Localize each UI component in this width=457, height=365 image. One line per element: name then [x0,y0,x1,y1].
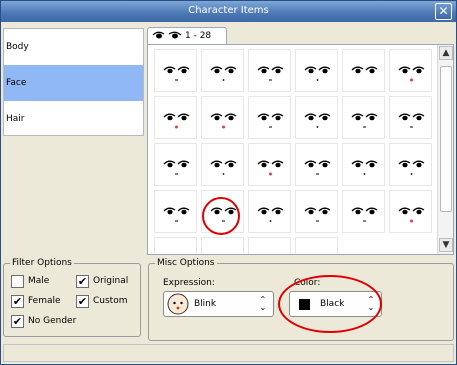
face-item-22[interactable] [295,190,338,233]
face-item-14[interactable] [201,143,244,186]
filter-options-legend: Filter Options [10,258,74,268]
checkbox-male[interactable]: Male [11,274,49,288]
face-grid-panel: ▲ ▼ [147,44,454,255]
face-thumbnail-icon [257,66,284,81]
face-thumbnail-icon [398,207,425,223]
close-button[interactable]: ✕ [435,3,452,20]
checkbox-male-box[interactable] [11,274,24,288]
face-item-24[interactable] [389,190,432,233]
checkbox-custom[interactable]: Custom [76,294,127,308]
category-item-face[interactable]: Face [4,65,143,101]
checkbox-no-gender-box[interactable] [11,314,24,328]
face-thumbnail-icon [304,113,331,128]
scroll-thumb[interactable] [440,66,452,212]
face-thumbnail-icon [210,66,237,81]
expression-label: Expression: [163,278,215,288]
face-item-19[interactable] [154,190,197,233]
face-item-18[interactable] [389,143,432,186]
tab-page-1[interactable]: 1 - 28 [147,27,227,45]
face-item-2[interactable] [201,49,244,92]
face-item-10[interactable] [295,96,338,139]
checkbox-original-label: Original [93,276,129,286]
scroll-down-button[interactable]: ▼ [439,238,453,252]
face-item-23[interactable] [342,190,385,233]
checkbox-male-label: Male [28,276,50,286]
character-items-window: Character Items ✕ Body Face Hair 1 - 28 … [0,0,457,365]
face-thumbnail-icon [351,160,378,175]
color-swatch [299,299,310,310]
face-thumbnail-icon [163,160,190,175]
face-thumbnail-icon [398,160,425,175]
face-item-5[interactable] [342,49,385,92]
face-item-16[interactable] [295,143,338,186]
left-panel-empty [3,136,144,257]
face-item-12[interactable] [389,96,432,139]
status-bar [3,344,454,362]
face-thumbnail-icon [210,160,237,175]
face-thumbnail-icon [257,160,284,176]
scroll-up-button[interactable]: ▲ [439,46,453,60]
face-thumbnail-icon [152,31,182,39]
color-select[interactable]: Black ⌃ ⌄ [289,291,382,317]
face-thumbnail-icon [351,207,378,222]
face-thumbnail-icon [210,207,237,222]
face-item-11[interactable] [342,96,385,139]
checkbox-original[interactable]: Original [76,274,128,288]
misc-options-group: Misc Options Expression: Blink ⌃ ⌄ Color:… [148,258,454,341]
filter-options-group: Filter Options Male Original Female Cust… [3,258,141,337]
vertical-scrollbar[interactable]: ▲ ▼ [437,45,453,254]
face-thumbnail-icon [351,66,378,74]
face-item-3[interactable] [248,49,291,92]
face-thumbnail-icon [163,66,190,81]
face-thumbnail-icon [304,160,331,175]
face-thumbnail-icon [163,113,190,129]
checkbox-female-box[interactable] [11,294,24,308]
face-item-17[interactable] [342,143,385,186]
face-item-4[interactable] [295,49,338,92]
face-thumbnail-icon [257,207,284,222]
face-item-13[interactable] [154,143,197,186]
category-item-hair[interactable]: Hair [4,101,143,137]
checkbox-no-gender-label: No Gender [28,316,77,326]
face-thumbnail-icon [398,113,425,128]
face-item-15[interactable] [248,143,291,186]
tab-label: 1 - 28 [185,31,212,41]
face-item-28[interactable] [295,237,338,254]
face-item-27[interactable] [248,237,291,254]
title-bar[interactable]: Character Items ✕ [1,1,456,22]
face-thumbnail-icon [257,113,284,128]
face-item-21[interactable] [248,190,291,233]
face-thumbnail-icon [398,66,425,82]
face-thumbnail-icon [304,66,331,81]
face-item-1[interactable] [154,49,197,92]
face-icon [167,293,189,315]
window-title: Character Items [188,5,269,16]
checkbox-custom-box[interactable] [76,294,89,308]
face-item-20[interactable] [201,190,244,233]
checkbox-female[interactable]: Female [11,294,61,308]
face-thumbnail-icon [351,113,378,128]
chevron-up-down-icon: ⌃ ⌄ [367,295,375,312]
checkbox-custom-label: Custom [93,296,128,306]
color-value: Black [320,299,345,309]
face-item-8[interactable] [201,96,244,139]
category-list: Body Face Hair [3,28,144,136]
face-item-6[interactable] [389,49,432,92]
expression-value: Blink [194,299,217,309]
face-thumbnail-icon [163,207,190,222]
color-label: Color: [294,278,321,288]
face-item-9[interactable] [248,96,291,139]
face-thumbnail-icon [304,207,331,222]
face-thumbnail-icon [210,113,237,129]
face-item-25[interactable] [154,237,197,254]
chevron-up-down-icon: ⌃ ⌄ [259,295,267,312]
checkbox-female-label: Female [28,296,61,306]
misc-options-legend: Misc Options [155,258,217,268]
checkbox-original-box[interactable] [76,274,89,288]
face-item-7[interactable] [154,96,197,139]
category-item-body[interactable]: Body [4,29,143,65]
expression-select[interactable]: Blink ⌃ ⌄ [163,291,274,317]
face-item-26[interactable] [201,237,244,254]
checkbox-no-gender[interactable]: No Gender [11,314,76,328]
